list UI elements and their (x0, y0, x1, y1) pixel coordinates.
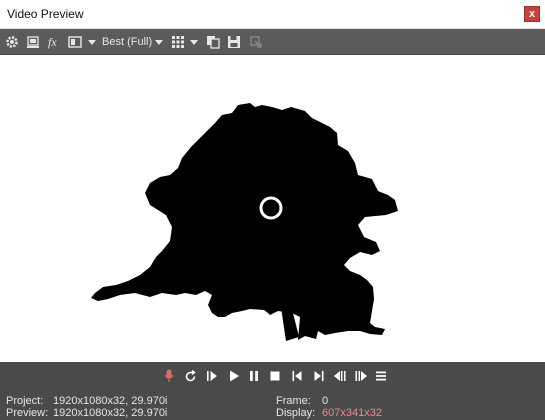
preview-value: 1920x1080x32, 29.970i (53, 407, 168, 419)
project-label: Project: (6, 395, 44, 407)
preview-label: Preview: (6, 407, 49, 419)
save-snapshot-icon[interactable] (226, 33, 242, 51)
display-info: Display: 607x341x32 (276, 407, 382, 419)
record-icon[interactable] (162, 369, 176, 383)
frame-info: Frame: 0 (276, 395, 328, 407)
copy-snapshot-icon[interactable] (205, 33, 221, 51)
fx-icon[interactable]: fx (47, 33, 63, 51)
previous-frame-icon[interactable] (290, 369, 304, 383)
title-bar: Video Preview x (0, 0, 545, 29)
stop-icon[interactable] (268, 369, 282, 383)
transport-bar: Project: 1920x1080x32, 29.970i Preview: … (0, 362, 545, 420)
grid-icon[interactable] (171, 33, 185, 51)
menu-icon[interactable] (374, 369, 388, 383)
preview-props-icon[interactable] (25, 33, 41, 51)
split-screen-dropdown[interactable] (87, 33, 96, 51)
project-info: Project: 1920x1080x32, 29.970i (6, 395, 167, 407)
gear-icon[interactable] (4, 33, 20, 51)
quality-selector[interactable]: Best (Full) (102, 33, 152, 51)
display-label: Display: (276, 407, 316, 419)
step-forward-icon[interactable] (354, 369, 368, 383)
frame-value: 0 (322, 395, 329, 407)
external-monitor-icon[interactable] (248, 33, 264, 51)
frame-label: Frame: (276, 395, 311, 407)
display-value: 607x341x32 (322, 407, 382, 419)
video-preview-frame[interactable] (0, 55, 545, 362)
loop-icon[interactable] (183, 369, 197, 383)
play-from-start-icon[interactable] (205, 369, 219, 383)
play-icon[interactable] (227, 369, 241, 383)
preview-toolbar: fx Best (Full) (0, 29, 545, 55)
split-screen-icon[interactable] (67, 33, 83, 51)
quality-dropdown[interactable] (154, 33, 163, 51)
step-back-icon[interactable] (333, 369, 347, 383)
close-button[interactable]: x (524, 6, 540, 22)
preview-info: Preview: 1920x1080x32, 29.970i (6, 407, 167, 419)
svg-text:fx: fx (48, 35, 57, 49)
pause-icon[interactable] (247, 369, 261, 383)
project-value: 1920x1080x32, 29.970i (53, 395, 168, 407)
chevron-down-icon (189, 39, 198, 45)
chevron-down-icon (154, 39, 163, 45)
little-planet-image (91, 103, 398, 341)
next-frame-icon[interactable] (312, 369, 326, 383)
chevron-down-icon (87, 39, 96, 45)
window-title: Video Preview (7, 7, 84, 21)
grid-dropdown[interactable] (189, 33, 198, 51)
